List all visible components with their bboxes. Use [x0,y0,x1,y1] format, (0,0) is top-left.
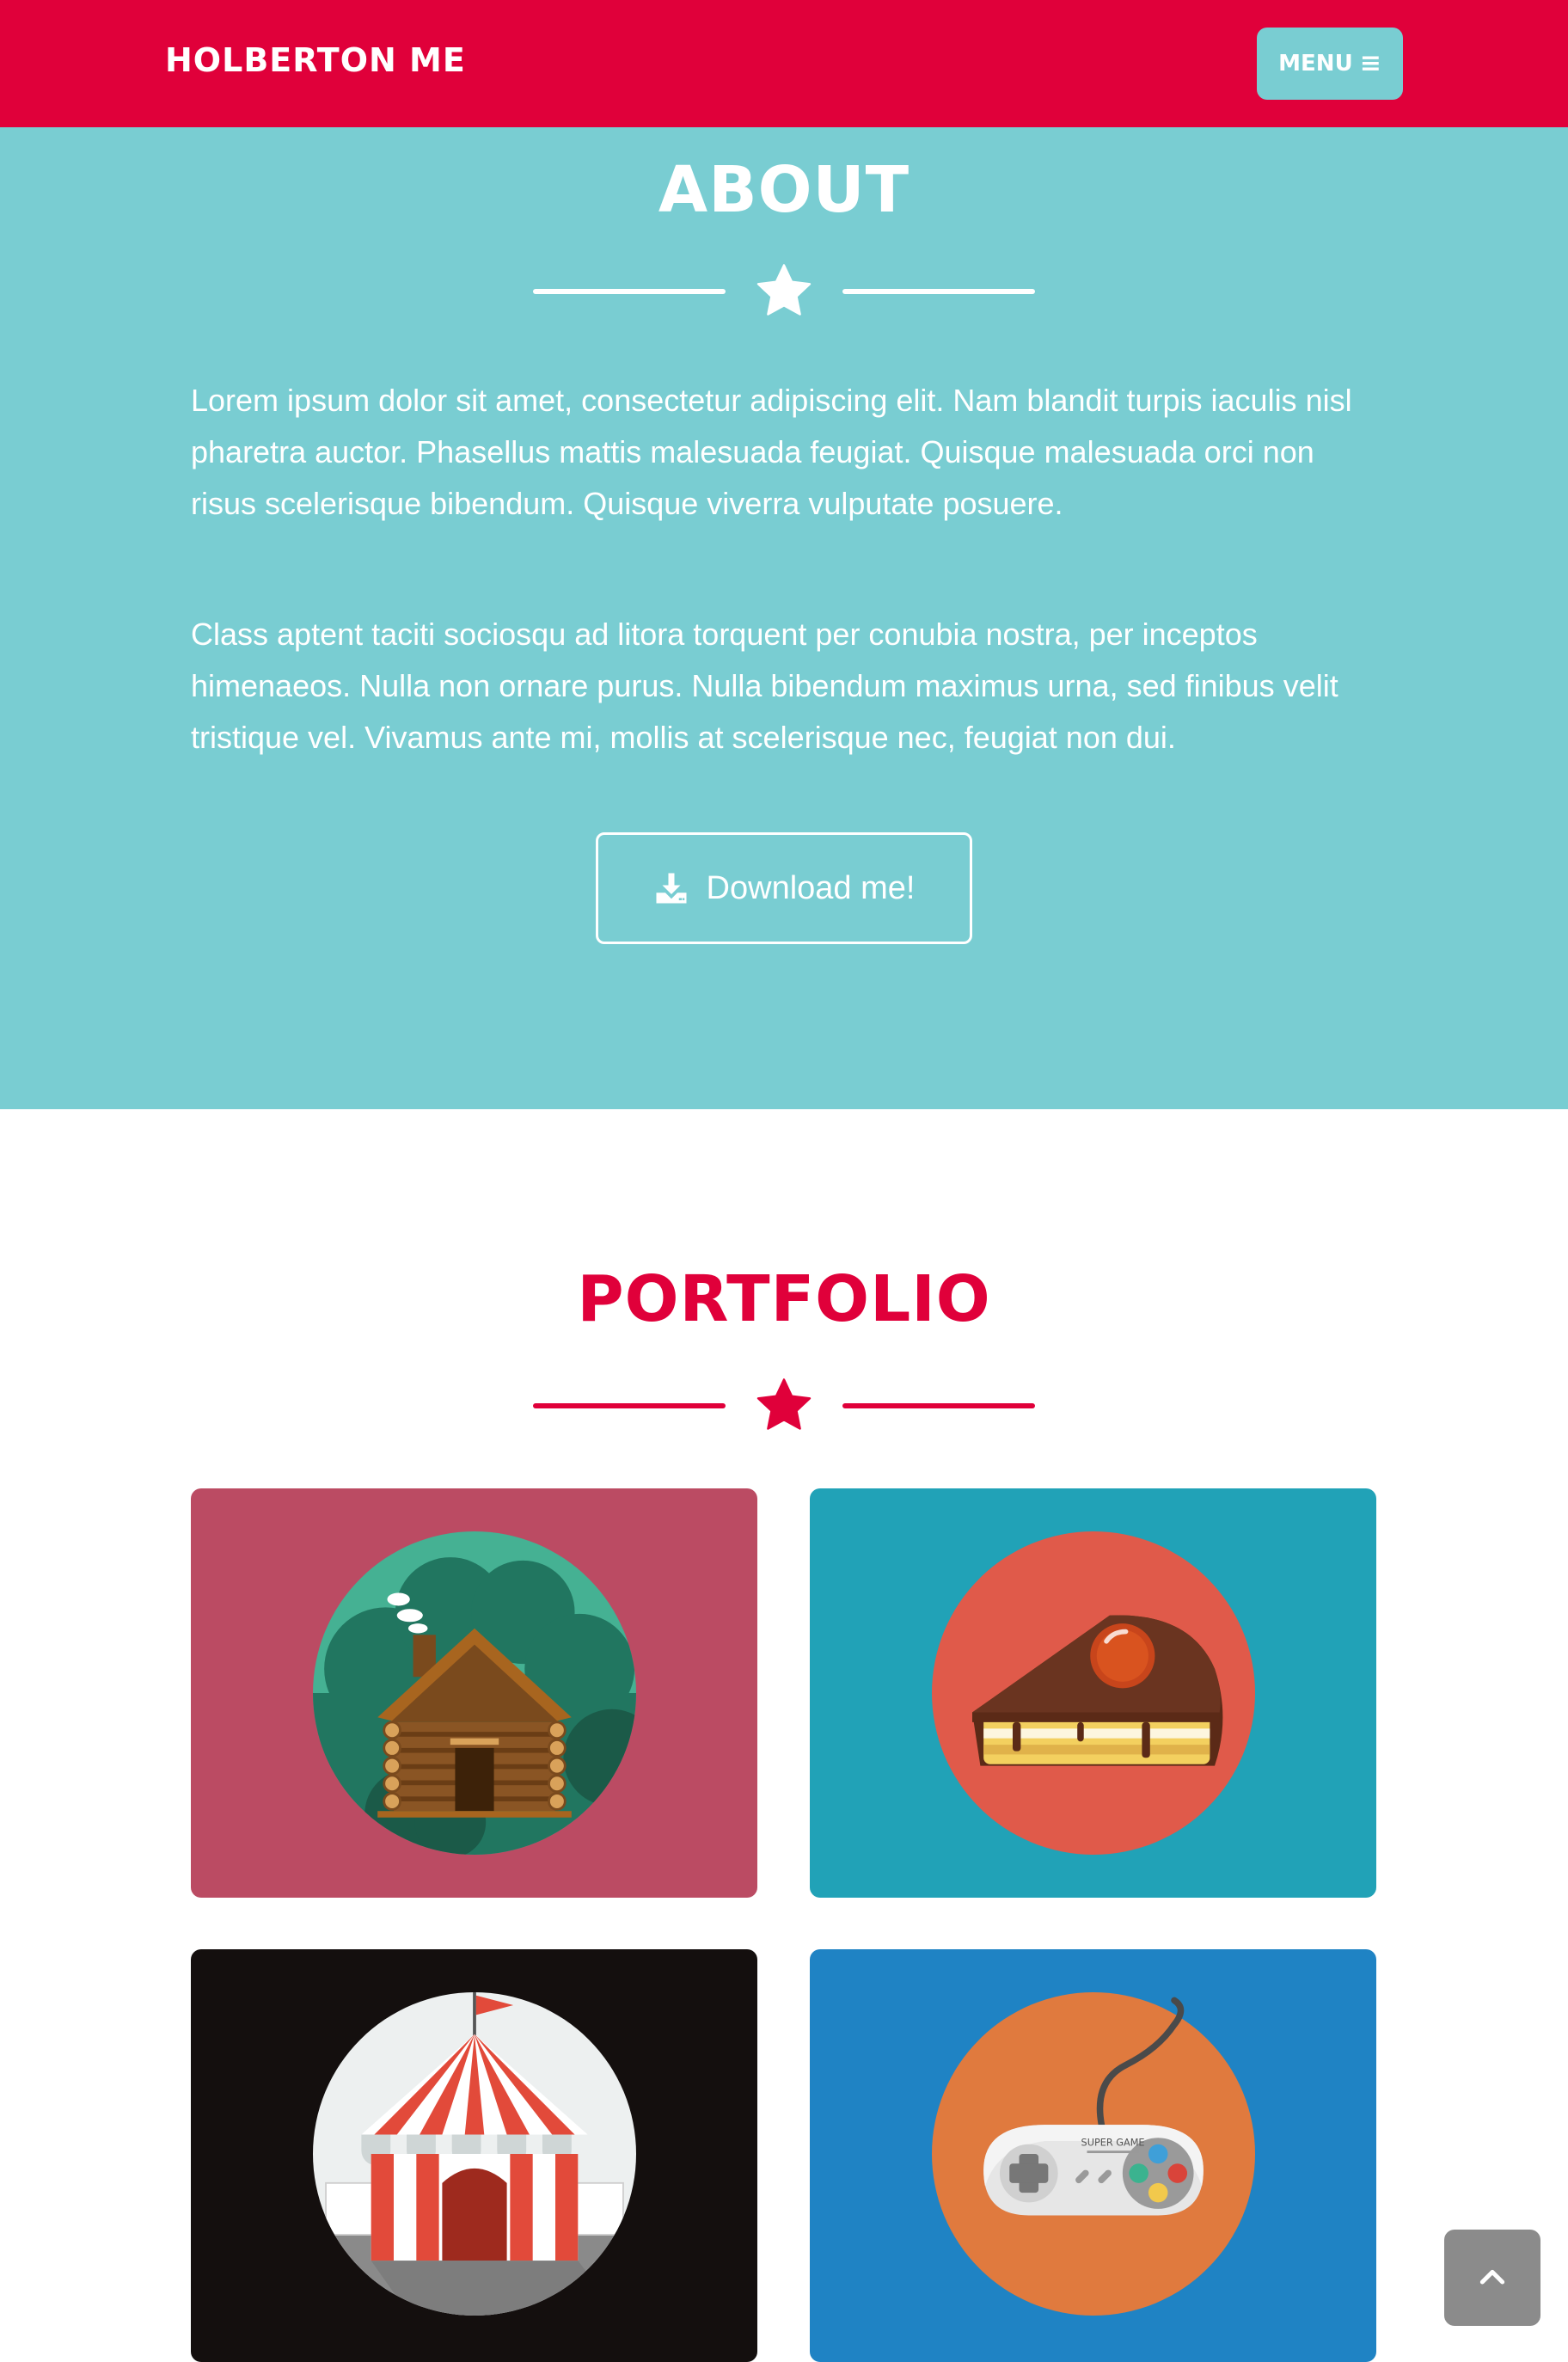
star-icon [756,1378,812,1430]
portfolio-item-controller[interactable]: SUPER GAME [810,1949,1376,2362]
divider-line-left [533,1403,726,1408]
portfolio-title: PORTFOLIO [577,1262,991,1336]
portfolio-item-circus[interactable] [191,1949,757,2362]
divider-line-right [842,289,1035,294]
about-section: ABOUT Lorem ipsum dolor sit amet, consec… [0,127,1568,1109]
divider-line-right [842,1403,1035,1408]
controller-label: SUPER GAME [1081,2138,1145,2149]
portfolio-item-cake[interactable] [810,1488,1376,1898]
brand-logo[interactable]: HOLBERTON ME [165,41,466,79]
star-icon [756,264,812,316]
navbar: HOLBERTON ME MENU ≡ [0,0,1568,127]
circus-tent-icon [313,1992,636,2316]
portfolio-item-cabin[interactable] [191,1488,757,1898]
cabin-icon [313,1531,636,1855]
portfolio-divider [533,1376,1035,1436]
download-button[interactable]: Download me! [596,832,972,944]
download-label: Download me! [706,869,916,906]
game-controller-icon: SUPER GAME [932,1992,1255,2316]
menu-label: MENU [1278,51,1353,77]
divider-line-left [533,289,726,294]
about-paragraph: Lorem ipsum dolor sit amet, consectetur … [191,383,1352,521]
menu-button[interactable]: MENU ≡ [1257,28,1403,100]
about-divider [533,261,1035,322]
bars-icon: ≡ [1359,48,1381,78]
cake-icon [932,1531,1255,1855]
about-title: ABOUT [658,153,910,227]
chevron-up-icon [1479,2269,1505,2285]
download-icon [656,873,687,904]
about-paragraph: Class aptent taciti sociosqu ad litora t… [191,617,1338,755]
scroll-top-button[interactable] [1444,2230,1540,2326]
